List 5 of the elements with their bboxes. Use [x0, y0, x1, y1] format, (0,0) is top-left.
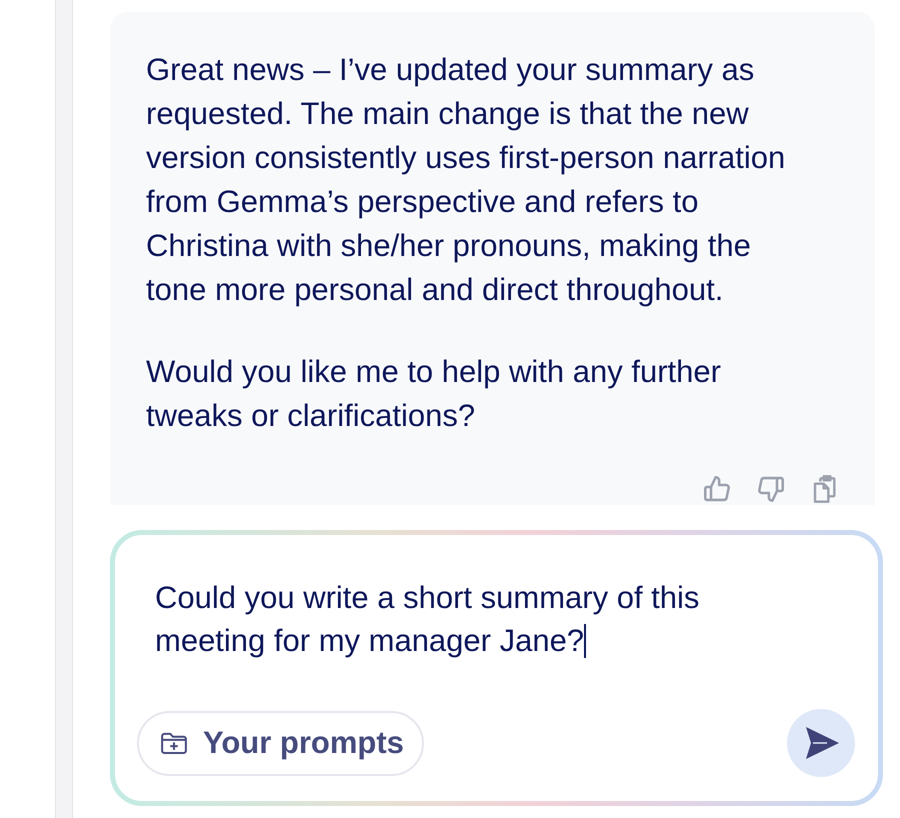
message-input-field[interactable]: Could you write a short summary of this meeting for my manager Jane?: [155, 576, 775, 662]
message-paragraph: Great news – I’ve updated your summary as requested. The main change is that the new version consistently uses first-person narration from Gemma’s perspective and refers to Christina with she/her pronouns, making the tone more personal and direct throughout.: [146, 51, 786, 309]
send-button[interactable]: [787, 709, 855, 777]
message-paragraph: Would you like me to help with any further tweaks or clarifications?: [146, 353, 722, 435]
your-prompts-button[interactable]: Your prompts: [137, 710, 424, 776]
